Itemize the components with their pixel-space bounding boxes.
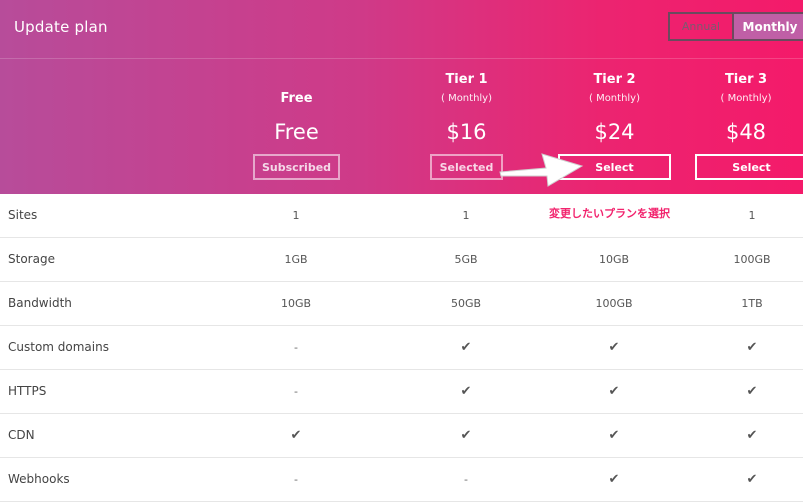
plan-tier-1: Tier 1 ( Monthly) $16 Selected <box>430 58 503 194</box>
plan-price: Free <box>274 120 319 144</box>
check-icon: ✔ <box>460 428 472 443</box>
table-row: Custom domains - ✔ ✔ ✔ <box>0 326 803 370</box>
feature-label: Bandwidth <box>8 296 72 310</box>
annual-toggle-option[interactable]: Annual <box>670 14 734 39</box>
top-bar: Update plan Annual Monthly <box>0 0 803 59</box>
plan-period: ( Monthly) <box>720 93 772 104</box>
dash-icon: - <box>294 341 298 354</box>
feature-label: Storage <box>8 252 55 266</box>
feature-label: Sites <box>8 208 38 222</box>
feature-value: 100GB <box>595 297 633 310</box>
feature-value: 1GB <box>284 253 308 266</box>
monthly-toggle-option[interactable]: Monthly <box>734 14 803 39</box>
plan-price: $48 <box>725 120 767 144</box>
check-icon: ✔ <box>746 384 758 399</box>
check-icon: ✔ <box>746 472 758 487</box>
plan-name: Tier 1 <box>445 72 488 87</box>
check-icon: ✔ <box>608 340 620 355</box>
feature-label: Webhooks <box>8 472 70 486</box>
table-row: Sites 1 1 1 <box>0 194 803 238</box>
feature-value: 10GB <box>280 297 312 310</box>
check-icon: ✔ <box>746 428 758 443</box>
select-tier-3-button[interactable]: Select <box>695 154 803 180</box>
dash-icon: - <box>294 473 298 486</box>
page-title: Update plan <box>14 18 108 36</box>
plan-price: $16 <box>446 120 487 144</box>
table-row: Storage 1GB 5GB 10GB 100GB <box>0 238 803 282</box>
feature-value: 10GB <box>598 253 630 266</box>
feature-label: HTTPS <box>8 384 47 398</box>
dash-icon: - <box>464 473 468 486</box>
feature-table: Sites 1 1 1 Storage 1GB 5GB 10GB 100GB B… <box>0 194 803 502</box>
feature-value: 1 <box>748 209 756 222</box>
plan-free: Free Free Subscribed <box>253 58 340 194</box>
feature-label: Custom domains <box>8 340 109 354</box>
feature-value: 1TB <box>741 297 763 310</box>
billing-toggle[interactable]: Annual Monthly <box>668 12 803 41</box>
table-row: HTTPS - ✔ ✔ ✔ <box>0 370 803 414</box>
check-icon: ✔ <box>608 472 620 487</box>
table-row: Webhooks - - ✔ ✔ <box>0 458 803 502</box>
check-icon: ✔ <box>460 384 472 399</box>
annotation-arrow-icon <box>499 153 584 187</box>
table-row: CDN ✔ ✔ ✔ ✔ <box>0 414 803 458</box>
check-icon: ✔ <box>608 384 620 399</box>
plan-period: ( Monthly) <box>440 93 493 104</box>
plan-period: ( Monthly) <box>588 93 641 104</box>
dash-icon: - <box>294 385 298 398</box>
selected-button[interactable]: Selected <box>430 154 503 180</box>
feature-value: 5GB <box>454 253 478 266</box>
check-icon: ✔ <box>460 340 472 355</box>
feature-label: CDN <box>8 428 35 442</box>
check-icon: ✔ <box>290 428 302 443</box>
feature-value: 1 <box>462 209 470 222</box>
plan-header: Update plan Annual Monthly Free Free Sub… <box>0 0 803 194</box>
feature-value: 1 <box>292 209 300 222</box>
plan-name: Free <box>280 91 313 106</box>
plan-name: Tier 2 <box>593 72 636 87</box>
plan-price: $24 <box>594 120 635 144</box>
annotation-text: 変更したいプランを選択 <box>549 207 670 220</box>
feature-value: 100GB <box>733 253 771 266</box>
table-row: Bandwidth 10GB 50GB 100GB 1TB <box>0 282 803 326</box>
check-icon: ✔ <box>608 428 620 443</box>
check-icon: ✔ <box>746 340 758 355</box>
subscribed-button[interactable]: Subscribed <box>253 154 340 180</box>
feature-value: 50GB <box>450 297 482 310</box>
plan-tier-3: Tier 3 ( Monthly) $48 Select <box>695 58 803 194</box>
plan-name: Tier 3 <box>724 72 768 87</box>
